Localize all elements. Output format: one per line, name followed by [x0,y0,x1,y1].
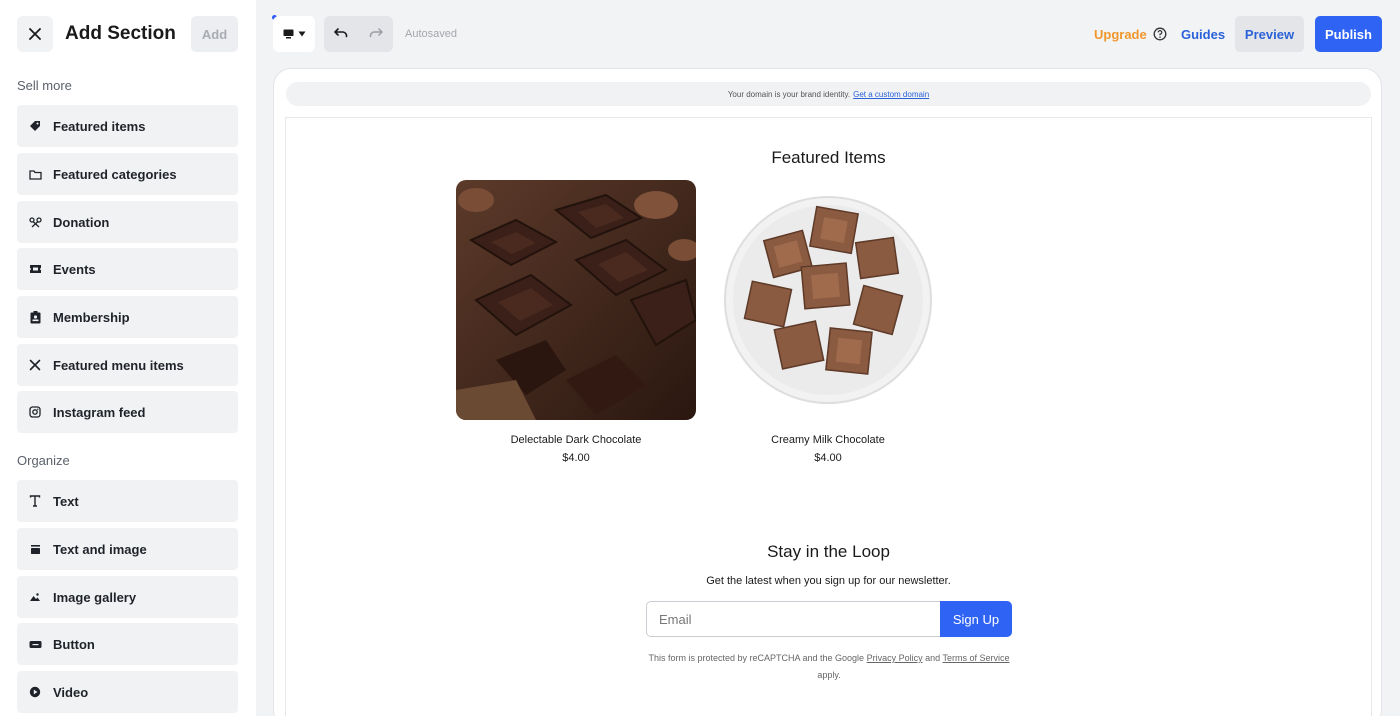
product-price: $4.00 [562,452,590,464]
newsletter-subtitle: Get the latest when you sign up for our … [706,575,951,587]
sidebar-item-image-gallery[interactable]: Image gallery [17,576,238,618]
domain-banner: Your domain is your brand identity. Get … [286,82,1371,106]
preview-button[interactable]: Preview [1235,16,1304,52]
terms-of-service-link[interactable]: Terms of Service [943,653,1010,663]
sidebar-item-events[interactable]: Events [17,248,238,290]
autosaved-status: Autosaved [405,28,457,40]
product-image-milk-chocolate [708,180,948,420]
publish-button[interactable]: Publish [1315,16,1382,52]
product-name: Delectable Dark Chocolate [510,434,642,446]
text-icon [28,494,42,508]
undo-button[interactable] [334,25,348,43]
caret-down-icon [298,31,305,37]
sidebar-item-label: Membership [53,309,130,325]
product-price: $4.00 [814,452,842,464]
badge-icon [28,310,42,324]
group-label-sell-more: Sell more [17,78,72,93]
help-icon[interactable] [1153,27,1167,41]
sidebar-item-donation[interactable]: Donation [17,201,238,243]
ribbon-icon [28,215,42,229]
privacy-policy-link[interactable]: Privacy Policy [867,653,923,663]
product-image-dark-chocolate [456,180,696,420]
group-label-organize: Organize [17,453,70,468]
sidebar-item-label: Featured menu items [53,357,184,373]
guides-link[interactable]: Guides [1181,27,1225,42]
sidebar-item-label: Featured categories [53,166,177,182]
recaptcha-suffix: apply. [817,670,841,680]
product-card[interactable]: Creamy Milk Chocolate $4.00 [708,180,948,464]
sidebar-item-featured-items[interactable]: Featured items [17,105,238,147]
product-card[interactable]: Delectable Dark Chocolate $4.00 [456,180,696,464]
sidebar-item-button[interactable]: Button [17,623,238,665]
sidebar: Add Section Add Sell more Featured items… [0,0,256,716]
close-button[interactable] [17,16,53,52]
play-icon [28,685,42,699]
sidebar-item-label: Text and image [53,541,147,557]
sidebar-item-instagram-feed[interactable]: Instagram feed [17,391,238,433]
custom-domain-link[interactable]: Get a custom domain [853,90,929,99]
sidebar-item-label: Events [53,261,96,277]
utensils-icon [28,358,42,372]
site-preview-canvas: Your domain is your brand identity. Get … [273,68,1382,716]
sign-up-button[interactable]: Sign Up [940,601,1012,637]
recaptcha-notice: This form is protected by reCAPTCHA and … [646,650,1012,684]
sidebar-item-membership[interactable]: Membership [17,296,238,338]
sidebar-item-label: Image gallery [53,589,137,605]
sidebar-item-video[interactable]: Video [17,671,238,713]
sidebar-item-label: Video [53,684,89,700]
upgrade-link[interactable]: Upgrade [1094,27,1147,42]
site-page: Featured Items Delectable Dark Chocolate… [285,117,1372,716]
product-name: Creamy Milk Chocolate [771,434,885,446]
text-image-icon [28,542,42,556]
sidebar-item-label: Featured items [53,118,146,134]
sidebar-item-label: Instagram feed [53,404,146,420]
sidebar-item-featured-categories[interactable]: Featured categories [17,153,238,195]
device-toggle-button[interactable] [273,16,315,52]
email-field[interactable] [646,601,941,637]
sidebar-item-text-and-image[interactable]: Text and image [17,528,238,570]
sidebar-title: Add Section [65,23,176,44]
newsletter-title: Stay in the Loop [767,542,890,561]
sidebar-item-label: Text [53,493,79,509]
sidebar-item-featured-menu-items[interactable]: Featured menu items [17,344,238,386]
close-icon [29,28,41,40]
add-button[interactable]: Add [191,16,238,52]
undo-icon [334,28,348,38]
featured-items-title: Featured Items [771,148,886,167]
instagram-icon [28,405,42,419]
sidebar-item-label: Donation [53,214,110,230]
recaptcha-text: This form is protected by reCAPTCHA and … [648,653,865,663]
sidebar-item-text[interactable]: Text [17,480,238,522]
ticket-icon [28,262,42,276]
tag-icon [28,119,42,133]
recaptcha-and: and [925,653,941,663]
undo-redo-group [324,16,393,52]
desktop-icon [283,29,293,39]
sidebar-item-label: Button [53,636,95,652]
domain-banner-text: Your domain is your brand identity. [727,89,851,99]
redo-button[interactable] [369,25,383,43]
button-icon [28,637,42,651]
gallery-icon [28,590,42,604]
redo-icon [369,28,383,38]
folder-icon [28,167,42,181]
sidebar-header: Add Section Add [17,16,238,52]
